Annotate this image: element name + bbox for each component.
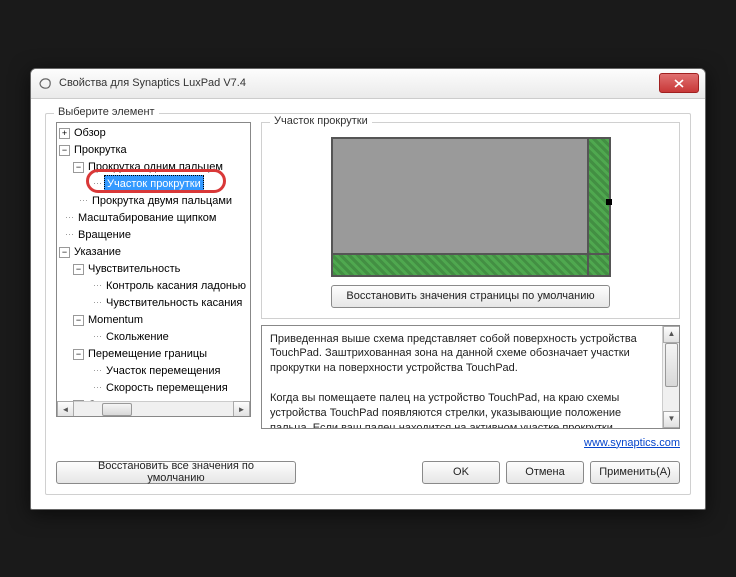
- expand-icon[interactable]: +: [59, 128, 70, 139]
- titlebar[interactable]: Свойства для Synaptics LuxPad V7.4: [31, 69, 705, 99]
- scroll-zone-bottom[interactable]: [333, 253, 591, 275]
- tree-leaf-icon: ⋯: [93, 381, 102, 395]
- tree-item-pointing[interactable]: −Указание: [59, 244, 250, 261]
- collapse-icon[interactable]: −: [73, 264, 84, 275]
- tree-leaf-icon: ⋯: [93, 296, 102, 310]
- link-row: www.synaptics.com: [261, 437, 680, 449]
- tree-item-edge[interactable]: −Перемещение границы: [59, 346, 250, 363]
- tree-item-rotate[interactable]: ⋯Вращение: [59, 227, 250, 244]
- tree-leaf-icon: ⋯: [93, 330, 102, 344]
- scroll-down-icon[interactable]: ▼: [663, 411, 680, 428]
- collapse-icon[interactable]: −: [73, 349, 84, 360]
- vertical-scrollbar[interactable]: ▲ ▼: [662, 326, 679, 428]
- tree-leaf-icon: ⋯: [93, 177, 102, 191]
- touchpad-diagram[interactable]: [331, 137, 611, 277]
- description-box: Приведенная выше схема представляет собо…: [261, 325, 680, 429]
- horizontal-scrollbar[interactable]: ◄ ►: [57, 401, 250, 417]
- scroll-thumb[interactable]: [665, 343, 678, 387]
- tree-item-palm[interactable]: ⋯Контроль касания ладонью: [59, 278, 250, 295]
- synaptics-link[interactable]: www.synaptics.com: [584, 437, 680, 449]
- right-pane: Участок прокрутки Восстановить значения …: [261, 122, 680, 449]
- tree[interactable]: +Обзор −Прокрутка −Прокрутка одним пальц…: [57, 123, 250, 401]
- scroll-track[interactable]: [663, 343, 679, 411]
- tree-item-scroll[interactable]: −Прокрутка: [59, 142, 250, 159]
- scroll-track[interactable]: [74, 401, 233, 417]
- collapse-icon[interactable]: −: [73, 162, 84, 173]
- tree-item-onefinger[interactable]: −Прокрутка одним пальцем: [59, 159, 250, 176]
- tree-item-overview[interactable]: +Обзор: [59, 125, 250, 142]
- restore-page-defaults-button[interactable]: Восстановить значения страницы по умолча…: [331, 285, 609, 308]
- tree-leaf-icon: ⋯: [93, 279, 102, 293]
- window-title: Свойства для Synaptics LuxPad V7.4: [59, 77, 659, 89]
- tree-item-scroll-area[interactable]: ⋯Участок прокрутки: [59, 176, 250, 193]
- scroll-up-icon[interactable]: ▲: [663, 326, 680, 343]
- collapse-icon[interactable]: −: [59, 145, 70, 156]
- scroll-zone-corner[interactable]: [587, 253, 609, 275]
- description-text: Приведенная выше схема представляет собо…: [270, 332, 671, 429]
- element-group: Выберите элемент +Обзор −Прокрутка −Прок…: [45, 113, 691, 495]
- scroll-right-icon[interactable]: ►: [233, 401, 250, 417]
- main-row: +Обзор −Прокрутка −Прокрутка одним пальц…: [56, 122, 680, 449]
- tree-item-pinch[interactable]: ⋯Масштабирование щипком: [59, 210, 250, 227]
- dialog-body: Выберите элемент +Обзор −Прокрутка −Прок…: [31, 99, 705, 509]
- dialog-window: Свойства для Synaptics LuxPad V7.4 Выбер…: [30, 68, 706, 510]
- scroll-left-icon[interactable]: ◄: [57, 401, 74, 417]
- tree-leaf-icon: ⋯: [65, 228, 74, 242]
- tree-item-sensitivity[interactable]: −Чувствительность: [59, 261, 250, 278]
- preview-panel: Участок прокрутки Восстановить значения …: [261, 122, 680, 319]
- tree-item-twofinger[interactable]: ⋯Прокрутка двумя пальцами: [59, 193, 250, 210]
- tree-item-momentum[interactable]: −Momentum: [59, 312, 250, 329]
- tree-item-edgearea[interactable]: ⋯Участок перемещения: [59, 363, 250, 380]
- collapse-icon[interactable]: −: [73, 315, 84, 326]
- close-button[interactable]: [659, 73, 699, 93]
- scroll-zone-right[interactable]: [587, 139, 609, 255]
- preview-title: Участок прокрутки: [270, 115, 372, 127]
- ok-button[interactable]: OK: [422, 461, 500, 484]
- tree-container: +Обзор −Прокрутка −Прокрутка одним пальц…: [56, 122, 251, 417]
- app-icon: [37, 75, 53, 91]
- restore-all-defaults-button[interactable]: Восстановить все значения по умолчанию: [56, 461, 296, 484]
- tree-item-touchsens[interactable]: ⋯Чувствительность касания: [59, 295, 250, 312]
- scroll-thumb[interactable]: [102, 403, 132, 416]
- tree-leaf-icon: ⋯: [65, 211, 74, 225]
- cancel-button[interactable]: Отмена: [506, 461, 584, 484]
- tree-pane: +Обзор −Прокрутка −Прокрутка одним пальц…: [56, 122, 251, 449]
- apply-button[interactable]: Применить(A): [590, 461, 680, 484]
- tree-leaf-icon: ⋯: [93, 364, 102, 378]
- tree-leaf-icon: ⋯: [79, 194, 88, 208]
- cursor-indicator: [606, 199, 612, 205]
- tree-item-glide[interactable]: ⋯Скольжение: [59, 329, 250, 346]
- group-title: Выберите элемент: [54, 106, 159, 118]
- tree-item-edgespeed[interactable]: ⋯Скорость перемещения: [59, 380, 250, 397]
- footer-buttons: Восстановить все значения по умолчанию O…: [56, 461, 680, 484]
- collapse-icon[interactable]: −: [59, 247, 70, 258]
